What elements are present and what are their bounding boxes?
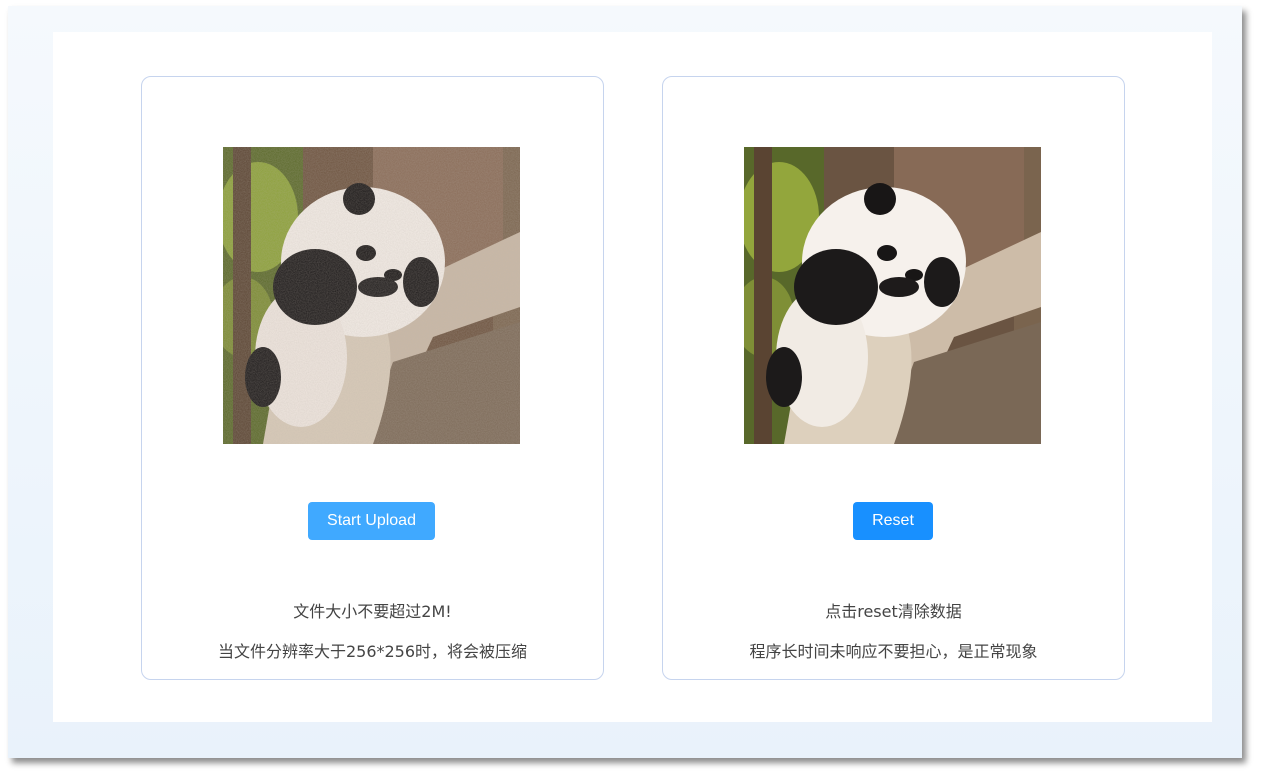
- file-size-note: 文件大小不要超过2M!: [293, 602, 452, 621]
- reset-button[interactable]: Reset: [853, 502, 933, 540]
- resolution-note: 当文件分辨率大于256*256时，将会被压缩: [217, 642, 528, 661]
- input-image: [223, 147, 520, 444]
- upload-card: Start Upload 文件大小不要超过2M! 当文件分辨率大于256*256…: [141, 76, 604, 680]
- wait-note: 程序长时间未响应不要担心，是正常现象: [749, 642, 1038, 661]
- app-frame: Start Upload 文件大小不要超过2M! 当文件分辨率大于256*256…: [8, 6, 1242, 758]
- reset-note: 点击reset清除数据: [825, 602, 962, 621]
- output-image: [744, 147, 1041, 444]
- result-card: Reset 点击reset清除数据 程序长时间未响应不要担心，是正常现象: [662, 76, 1125, 680]
- main-panel: Start Upload 文件大小不要超过2M! 当文件分辨率大于256*256…: [53, 32, 1212, 722]
- start-upload-button[interactable]: Start Upload: [308, 502, 435, 540]
